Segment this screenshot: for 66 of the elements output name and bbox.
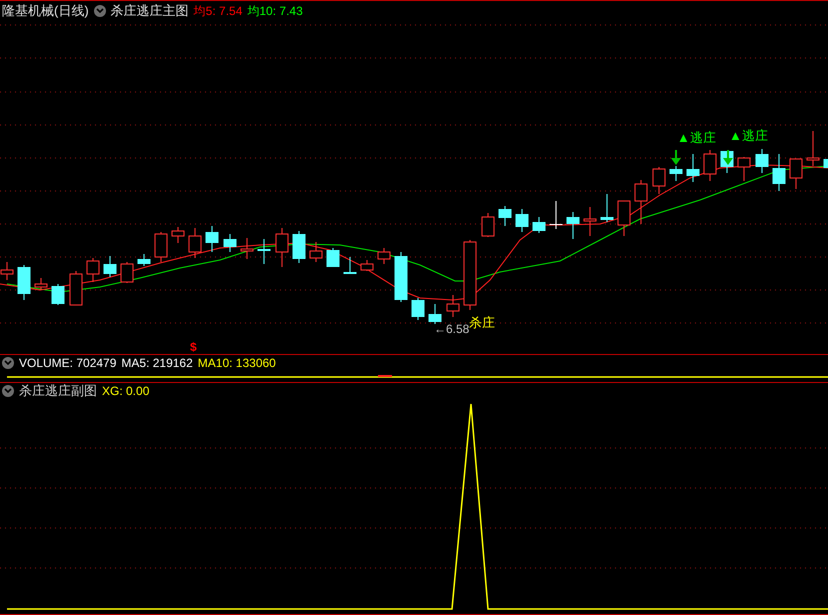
- candlestick: [412, 298, 424, 320]
- candlestick: [104, 256, 116, 278]
- candlestick: [138, 254, 150, 266]
- candlestick: [240, 238, 254, 260]
- candlestick: [498, 206, 512, 226]
- candlestick: [584, 206, 596, 236]
- candlestick: [652, 166, 666, 194]
- candlestick: [772, 154, 786, 192]
- candlestick: [394, 252, 408, 302]
- candlestick: [464, 240, 476, 310]
- candlestick: [600, 194, 614, 222]
- candlestick: [516, 208, 528, 232]
- candlestick: [550, 200, 562, 230]
- candlestick: [258, 238, 270, 264]
- candlestick: [188, 228, 202, 258]
- candlestick: [686, 154, 700, 182]
- candlestick: [172, 226, 184, 244]
- indicator-value: 均5: 7.54: [194, 2, 242, 20]
- signal-label: ▲逃庄: [677, 129, 716, 147]
- candlestick: [482, 212, 494, 238]
- indicator-name: VOLUME: 702479: [19, 355, 116, 372]
- candlestick: [86, 258, 100, 282]
- signal-label: 杀庄: [469, 314, 495, 332]
- down-arrow-icon: [671, 150, 681, 165]
- candlestick: [70, 270, 82, 306]
- stock-title: 隆基机械(日线): [2, 2, 89, 20]
- candlestick: [52, 284, 64, 306]
- candlestick: [790, 158, 802, 190]
- candlestick: [670, 166, 682, 182]
- indicator-value: MA5: 219162: [121, 355, 193, 372]
- candlestick: [292, 230, 306, 264]
- candlestick: [34, 278, 48, 290]
- candlestick: [824, 159, 828, 168]
- candlestick: [756, 148, 768, 174]
- candlestick: [704, 150, 716, 182]
- candlestick: [206, 226, 218, 252]
- signal-label: ▲逃庄: [729, 127, 768, 145]
- candlestick: [344, 256, 356, 274]
- candlestick: [532, 216, 546, 234]
- candlestick: [360, 260, 374, 272]
- indicator-value: 均10: 7.43: [247, 2, 303, 20]
- candlestick: [120, 262, 134, 284]
- candlestick: [618, 200, 630, 236]
- indicator-name: 杀庄逃庄主图: [110, 2, 189, 20]
- candlestick: [738, 156, 750, 182]
- candlestick: [428, 304, 442, 324]
- candlestick: [634, 180, 648, 224]
- candlestick: [806, 130, 820, 166]
- candlestick: [154, 232, 168, 262]
- chevron-down-icon[interactable]: [2, 385, 14, 397]
- indicator-value: MA10: 133060: [198, 355, 276, 372]
- candlestick: [446, 294, 460, 318]
- chevron-down-icon[interactable]: [94, 4, 106, 16]
- indicator-name: 杀庄逃庄副图: [19, 382, 97, 400]
- chevron-down-icon[interactable]: [2, 357, 14, 369]
- down-arrow-icon: [723, 150, 733, 165]
- candlestick: [276, 228, 288, 268]
- candlestick: [310, 242, 322, 262]
- indicator-value: XG: 0.00: [102, 383, 150, 400]
- candlestick: [224, 234, 236, 252]
- candlestick: [326, 248, 340, 268]
- candlestick: [378, 248, 390, 264]
- candlestick: [566, 212, 580, 240]
- signal-label: ←6.58: [434, 321, 470, 338]
- signal-label: $: [190, 339, 197, 356]
- candlestick: [18, 264, 30, 300]
